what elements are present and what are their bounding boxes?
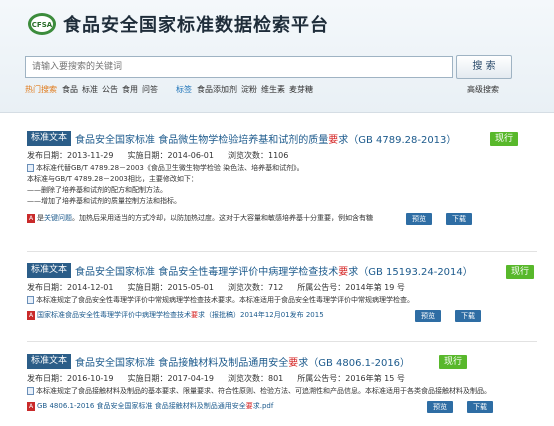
issue-number: 所属公告号：2014年第 19 号 xyxy=(297,283,405,292)
view-count: 浏览次数：801 xyxy=(228,374,284,383)
hot-term-2[interactable]: 标准 xyxy=(82,85,98,94)
divider xyxy=(27,341,537,342)
divider xyxy=(27,251,537,252)
hot-term-4[interactable]: 食用 xyxy=(122,85,138,94)
result-title-row: 标准文本 食品安全国家标准 食品安全性毒理学评价中病理学检查技术要求（GB 151… xyxy=(27,263,535,279)
download-button[interactable]: 下载 xyxy=(446,213,472,225)
effective-date: 实施日期：2014-06-01 xyxy=(127,151,215,160)
result-title-row: 标准文本 食品安全国家标准 食品微生物学检验培养基和试剂的质量要求（GB 4789… xyxy=(27,131,527,147)
view-count: 浏览次数：712 xyxy=(228,283,284,292)
effective-date: 实施日期：2017-04-19 xyxy=(127,374,215,383)
tag-term-2[interactable]: 淀粉 xyxy=(241,85,257,94)
tag-term-4[interactable]: 麦芽糖 xyxy=(289,85,313,94)
download-button[interactable]: 下载 xyxy=(455,310,481,322)
file-row: A GB 4806.1-2016 食品安全国家标准 食品接触材料及制品通用安全要求… xyxy=(27,401,527,415)
status-badge: 现行 xyxy=(439,355,468,369)
status-badge: 现行 xyxy=(506,265,535,279)
file-link[interactable]: 关键问题 xyxy=(44,214,72,222)
status-badge: 现行 xyxy=(490,132,519,146)
pdf-icon: A xyxy=(27,310,35,320)
cfsa-logo-icon: CFSA xyxy=(28,13,56,35)
logo-text: CFSA xyxy=(32,21,53,29)
header: CFSA 食品安全国家标准数据检索平台 搜 索 热门搜索食品标准公告食用问答 标签… xyxy=(0,0,554,113)
effective-date: 实施日期：2015-05-01 xyxy=(127,283,215,292)
issue-number: 所属公告号：2016年第 15 号 xyxy=(297,374,405,383)
result-tag: 标准文本 xyxy=(27,354,72,369)
tag-term-1[interactable]: 食品添加剂 xyxy=(197,85,237,94)
hot-search-label: 热门搜索 xyxy=(25,85,57,94)
publish-date: 发布日期：2016-10-19 xyxy=(27,374,114,383)
result-tag: 标准文本 xyxy=(27,131,72,146)
result-meta: 发布日期：2016-10-19 实施日期：2017-04-19 浏览次数：801 所属… xyxy=(27,373,527,384)
publish-date: 发布日期：2013-11-29 xyxy=(27,151,114,160)
document-icon xyxy=(27,387,34,395)
file-link[interactable]: 国家标准食品安全性毒理学评价中病理学检查技术要求（报批稿）2014年12月01发… xyxy=(37,311,324,319)
file-row: A 国家标准食品安全性毒理学评价中病理学检查技术要求（报批稿）2014年12月01… xyxy=(27,310,527,324)
advanced-search-link[interactable]: 高级搜索 xyxy=(467,84,499,95)
result-meta: 发布日期：2013-11-29 实施日期：2014-06-01 浏览次数：1106 xyxy=(27,150,527,161)
site-title: 食品安全国家标准数据检索平台 xyxy=(63,15,329,36)
result-meta: 发布日期：2014-12-01 实施日期：2015-05-01 浏览次数：712 所属… xyxy=(27,282,527,293)
hot-search-row: 热门搜索 食品 标准 公告 食用 问答 标签 食品添加剂 淀粉 维生素 麦芽糖 xyxy=(25,84,317,95)
result-desc: 本标准代替GB/T 4789.28－2003《食品卫生微生物学检验 染色法、培养… xyxy=(27,164,304,205)
search-input[interactable] xyxy=(26,57,452,77)
download-button[interactable]: 下载 xyxy=(467,401,493,413)
result-desc: 本标准规定了食品安全性毒理学评价中常规病理学检查技术要求。本标准适用于食品安全性… xyxy=(27,295,527,306)
file-link[interactable]: GB 4806.1-2016 食品安全国家标准 食品接触材料及制品通用安全要求.… xyxy=(37,402,273,410)
pdf-icon: A xyxy=(27,401,35,411)
result-title-link[interactable]: 食品安全国家标准 食品接触材料及制品通用安全要求（GB 4806.1-2016） xyxy=(75,358,410,369)
file-row: A 是关键问题。加热后采用适当的方式冷却，以防加热过度。这对于大容量和敏感培养基十… xyxy=(27,213,527,227)
result-item: 标准文本 食品安全国家标准 食品接触材料及制品通用安全要求（GB 4806.1-2… xyxy=(27,354,527,415)
hot-term-3[interactable]: 公告 xyxy=(102,85,118,94)
result-item: 标准文本 食品安全国家标准 食品安全性毒理学评价中病理学检查技术要求（GB 151… xyxy=(27,263,535,324)
search-button[interactable]: 搜 索 xyxy=(456,55,512,79)
result-title-row: 标准文本 食品安全国家标准 食品接触材料及制品通用安全要求（GB 4806.1-2… xyxy=(27,354,527,370)
tag-label: 标签 xyxy=(176,85,192,94)
preview-button[interactable]: 预览 xyxy=(406,213,432,225)
preview-button[interactable]: 预览 xyxy=(427,401,453,413)
document-icon xyxy=(27,164,34,172)
tag-term-3[interactable]: 维生素 xyxy=(261,85,285,94)
hot-term-1[interactable]: 食品 xyxy=(62,85,78,94)
search-box[interactable] xyxy=(25,56,453,78)
document-icon xyxy=(27,296,34,304)
pdf-icon: A xyxy=(27,213,35,223)
publish-date: 发布日期：2014-12-01 xyxy=(27,283,114,292)
preview-button[interactable]: 预览 xyxy=(415,310,441,322)
result-tag: 标准文本 xyxy=(27,263,72,278)
result-item: 标准文本 食品安全国家标准 食品微生物学检验培养基和试剂的质量要求（GB 4789… xyxy=(27,131,527,227)
result-desc: 本标准规定了食品接触材料及制品的基本要求、限量要求、符合性原则、检验方法、可追溯… xyxy=(27,386,527,397)
result-title-link[interactable]: 食品安全国家标准 食品微生物学检验培养基和试剂的质量要求（GB 4789.28-… xyxy=(75,135,456,146)
view-count: 浏览次数：1106 xyxy=(228,151,289,160)
hot-term-5[interactable]: 问答 xyxy=(142,85,158,94)
result-title-link[interactable]: 食品安全国家标准 食品安全性毒理学评价中病理学检查技术要求（GB 15193.2… xyxy=(75,267,473,278)
